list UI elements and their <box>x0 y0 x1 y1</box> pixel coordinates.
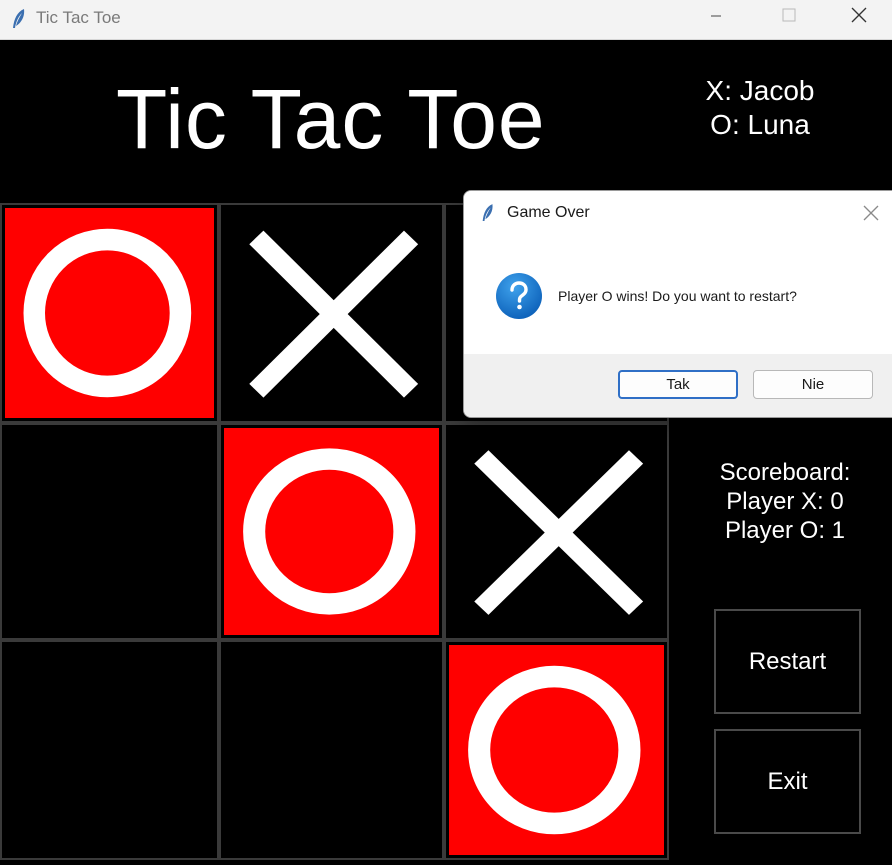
yes-button[interactable]: Tak <box>618 370 738 399</box>
o-mark-icon <box>243 448 416 615</box>
board-cell[interactable] <box>219 640 444 860</box>
player-x-name: X: Jacob <box>705 75 815 106</box>
board-cell[interactable] <box>0 640 219 860</box>
board-cell[interactable] <box>444 640 669 860</box>
dialog-footer: Tak Nie <box>464 354 892 417</box>
board-cell[interactable] <box>0 203 219 423</box>
minimize-button[interactable] <box>693 0 739 32</box>
close-button[interactable] <box>836 0 882 32</box>
game-over-dialog: Game Over Player O wins! Do you want to … <box>463 190 892 418</box>
game-title: Tic Tac Toe <box>116 72 546 166</box>
no-button[interactable]: Nie <box>753 370 873 399</box>
maximize-button[interactable] <box>765 0 811 32</box>
close-icon <box>851 7 867 23</box>
board-cell[interactable] <box>219 423 444 640</box>
window-title: Tic Tac Toe <box>36 8 121 27</box>
dialog-body: Player O wins! Do you want to restart? <box>464 236 892 354</box>
exit-button[interactable]: Exit <box>714 729 861 834</box>
score-player-o: Player O: 1 <box>724 517 846 544</box>
x-mark-icon <box>474 450 644 615</box>
dialog-titlebar: Game Over <box>464 191 892 236</box>
scoreboard: Scoreboard: Player X: 0 Player O: 1 <box>700 458 870 545</box>
player-o-name: O: Luna <box>710 109 810 140</box>
dialog-title: Game Over <box>507 204 590 221</box>
scoreboard-heading: Scoreboard: <box>719 459 851 486</box>
board-cell[interactable] <box>219 203 444 423</box>
x-mark-icon <box>249 230 419 398</box>
player-names: X: Jacob O: Luna <box>680 74 840 142</box>
maximize-icon <box>782 8 796 22</box>
dialog-message: Player O wins! Do you want to restart? <box>558 288 797 304</box>
score-player-x: Player X: 0 <box>726 488 844 515</box>
board-cell[interactable] <box>0 423 219 640</box>
feather-icon <box>13 9 25 28</box>
restart-button[interactable]: Restart <box>714 609 861 714</box>
window-titlebar: Tic Tac Toe <box>0 0 892 40</box>
minimize-icon <box>711 15 721 17</box>
game-window: Tic Tac Toe X: Jacob O: Luna Scoreboard:… <box>0 40 892 865</box>
board-cell[interactable] <box>444 423 669 640</box>
feather-icon <box>482 204 493 221</box>
dialog-close-icon[interactable] <box>860 202 882 224</box>
o-mark-icon <box>23 228 192 398</box>
o-mark-icon <box>468 665 641 835</box>
question-icon <box>496 273 542 319</box>
